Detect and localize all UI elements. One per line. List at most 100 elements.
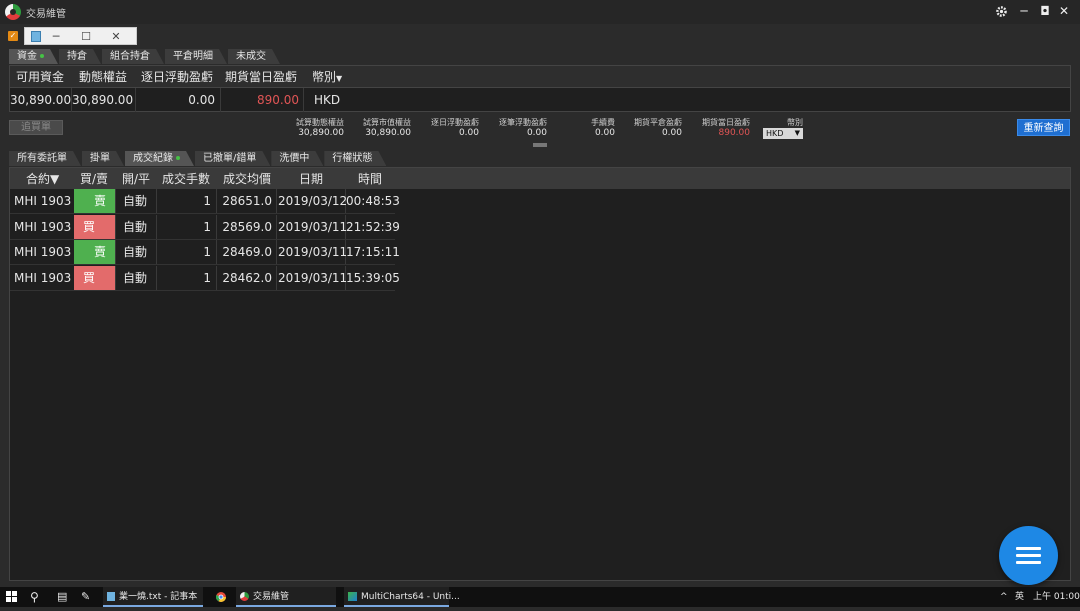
col-quantity: 成交手數 (162, 172, 211, 186)
summary-value: 0.00 (594, 128, 615, 138)
tab-label: 洗價中 (279, 153, 310, 164)
menu-fab-button[interactable] (999, 526, 1058, 585)
col-daily-float-pnl: 逐日浮動盈虧 (141, 70, 214, 84)
cell-open-close: 自動 (122, 270, 147, 285)
cell-side: 買 (74, 265, 115, 290)
taskbar: ⚲ ▤ ✎ 業一燒.txt - 記事本 交易維管 MultiCharts64 -… (0, 587, 1080, 607)
cell-contract: MHI 1903 (14, 245, 72, 259)
refresh-query-button[interactable]: 重新查詢 (1017, 119, 1070, 136)
tab-funds[interactable]: 資金 (9, 49, 58, 64)
col-side: 買/賣 (80, 172, 109, 186)
windows-start-icon[interactable] (6, 587, 18, 607)
cell-avg-price: 28469.0 (222, 245, 272, 259)
taskbar-notepad[interactable]: 業一燒.txt - 記事本 (103, 587, 203, 607)
cell-quantity: 1 (203, 219, 211, 234)
taskbar-multicharts[interactable]: MultiCharts64 - Unti... (344, 587, 460, 607)
summary-value: 0.00 (458, 128, 479, 138)
tab-label: 平倉明細 (173, 51, 213, 62)
language-indicator[interactable]: 英 (1015, 587, 1024, 607)
table-row[interactable]: MHI 1903 賣自動 1 28469.0 2019/03/11 17:15:11 (10, 240, 400, 265)
cell-quantity: 1 (203, 270, 211, 285)
summary-value: 30,890.00 (298, 128, 344, 138)
select-value: HKD (766, 129, 784, 138)
taskbar-label: 業一燒.txt - 記事本 (119, 592, 198, 602)
tab-label: 組合持倉 (110, 51, 150, 62)
cell-avg-price: 28651.0 (222, 194, 272, 208)
menu-icon (1016, 547, 1041, 550)
value-currency: HKD (314, 93, 341, 107)
value-futures-day-pnl: 890.00 (257, 93, 299, 107)
tab-close-details[interactable]: 平倉明細 (165, 49, 227, 64)
cell-time: 21:52:39 (346, 219, 400, 234)
cell-date: 2019/03/11 (278, 219, 348, 234)
cell-open-close: 自動 (122, 219, 147, 234)
summary-label: 幣別 (787, 118, 803, 127)
tab-label: 持倉 (67, 51, 87, 62)
chrome-icon[interactable] (215, 587, 228, 607)
close-icon[interactable]: ✕ (101, 30, 131, 43)
tab-unfilled[interactable]: 未成交 (228, 49, 280, 64)
divider (276, 189, 277, 213)
notepad-icon (31, 30, 41, 42)
tab-combo-positions[interactable]: 組合持倉 (102, 49, 164, 64)
status-dot (176, 156, 180, 160)
chase-order-button[interactable]: 追買單 (9, 120, 63, 135)
tab-label: 掛單 (90, 153, 110, 164)
splitter-handle[interactable] (533, 143, 547, 147)
cell-date: 2019/03/11 (278, 270, 348, 285)
cell-date: 2019/03/11 (278, 245, 348, 259)
tab-positions[interactable]: 持倉 (59, 49, 101, 64)
maximize-icon[interactable]: ◘ (1035, 0, 1055, 22)
maximize-icon[interactable]: ☐ (71, 30, 101, 43)
tab-exercise-status[interactable]: 行權狀態 (324, 151, 386, 166)
tab-cancelled-orders[interactable]: 已撤單/錯單 (195, 151, 270, 166)
value-available-funds: 30,890.00 (10, 93, 72, 107)
taskbar-trading-app[interactable]: 交易維管 (236, 587, 336, 607)
tab-trade-records[interactable]: 成交紀錄 (125, 151, 194, 166)
clock[interactable]: 上午 01:00 (1033, 587, 1080, 607)
calculator-icon[interactable]: ▤ (57, 587, 67, 607)
app-logo-icon (240, 592, 249, 601)
taskbar-label: 交易維管 (253, 592, 290, 602)
table-row[interactable]: MHI 1903 買自動 1 28462.0 2019/03/11 15:39:05 (10, 265, 400, 291)
summary-label: 手續費 (591, 118, 615, 127)
cell-side: 賣 (74, 189, 115, 213)
cell-time: 17:15:11 (346, 245, 400, 259)
cell-contract: MHI 1903 (14, 194, 72, 208)
checkbox[interactable]: ✓ (8, 31, 18, 41)
tab-label: 已撤單/錯單 (203, 153, 257, 164)
tab-all-orders[interactable]: 所有委託單 (9, 151, 81, 166)
summary-label: 期貨平倉盈虧 (634, 118, 682, 127)
col-futures-day-pnl: 期貨當日盈虧 (225, 70, 298, 84)
tab-label: 行權狀態 (332, 153, 373, 164)
notepad-mini-window[interactable]: ─ ☐ ✕ (24, 27, 137, 45)
col-currency[interactable]: 幣別▼ (312, 67, 342, 87)
chevron-down-icon: ▼ (794, 129, 800, 137)
tab-label: 所有委託單 (17, 153, 67, 164)
cell-time: 15:39:05 (346, 270, 400, 285)
funds-tabs: 資金 持倉 組合持倉 平倉明細 未成交 (9, 49, 281, 64)
tab-label: 成交紀錄 (133, 153, 173, 164)
tab-washing-price[interactable]: 洗價中 (271, 151, 323, 166)
col-avg-price: 成交均價 (223, 172, 272, 186)
gear-icon[interactable] (991, 0, 1011, 22)
tab-pending-orders[interactable]: 掛單 (82, 151, 124, 166)
app-icon[interactable]: ✎ (81, 587, 90, 607)
col-dynamic-equity: 動態權益 (79, 70, 128, 84)
multicharts-icon (348, 592, 357, 601)
minimize-icon[interactable]: ─ (1014, 0, 1034, 22)
search-icon[interactable]: ⚲ (30, 587, 39, 607)
cell-quantity: 1 (203, 194, 211, 208)
col-available-funds: 可用資金 (16, 70, 65, 84)
tray-arrow-icon[interactable]: ^ (1000, 587, 1008, 607)
col-contract[interactable]: 合約▼ (26, 169, 59, 189)
currency-select[interactable]: HKD ▼ (763, 128, 803, 139)
summary-value: 0.00 (526, 128, 547, 138)
table-row[interactable]: MHI 1903 買自動 1 28569.0 2019/03/11 21:52:39 (10, 214, 400, 240)
minimize-icon[interactable]: ─ (41, 30, 71, 43)
cell-side: 賣 (74, 240, 115, 264)
cell-side: 買 (74, 214, 115, 239)
col-date: 日期 (299, 172, 324, 186)
close-icon[interactable]: ✕ (1054, 0, 1074, 22)
table-row[interactable]: MHI 1903 賣自動 1 28651.0 2019/03/12 00:48:53 (10, 189, 400, 214)
